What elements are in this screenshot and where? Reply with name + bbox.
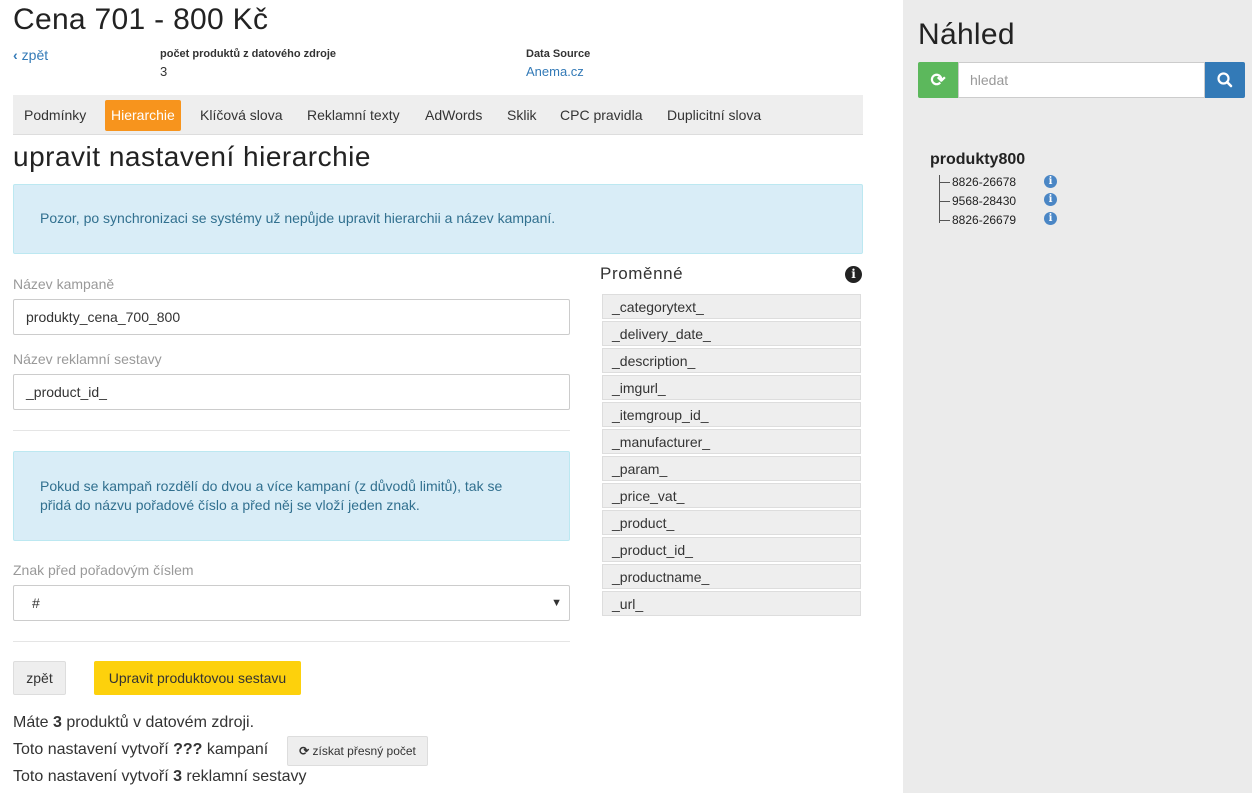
edit-product-group-button[interactable]: Upravit produktovou sestavu xyxy=(94,661,301,695)
section-title: upravit nastavení hierarchie xyxy=(13,141,371,172)
preview-title: Náhled xyxy=(918,18,1015,51)
search-input[interactable]: hledat xyxy=(958,62,1205,98)
separator-label: Znak před pořadovým číslem xyxy=(13,562,194,578)
variable-item[interactable]: _delivery_date_ xyxy=(602,321,861,346)
separator-select-value: # xyxy=(32,595,40,611)
tab-adwords[interactable]: AdWords xyxy=(419,100,488,131)
campaign-name-label: Název kampaně xyxy=(13,276,115,292)
page-title: Cena 701 - 800 Kč xyxy=(13,3,269,36)
split-info-line-2: přidá do názvu pořadové číslo a před něj… xyxy=(40,497,420,513)
search-icon xyxy=(1217,72,1233,88)
stat-text: Máte xyxy=(13,714,54,731)
tree-root[interactable]: produkty800 xyxy=(930,151,1025,169)
get-exact-count-button[interactable]: ⟳ získat přesný počet xyxy=(287,736,428,766)
variable-item[interactable]: _manufacturer_ xyxy=(602,429,861,454)
variable-item[interactable]: _url_ xyxy=(602,591,861,616)
adgroup-name-label: Název reklamní sestavy xyxy=(13,351,162,367)
variable-item[interactable]: _itemgroup_id_ xyxy=(602,402,861,427)
adgroup-name-input[interactable]: _product_id_ xyxy=(13,374,570,410)
variable-item[interactable]: _product_ xyxy=(602,510,861,535)
tab-klicova-slova[interactable]: Klíčová slova xyxy=(194,100,288,131)
tab-duplicitni-slova[interactable]: Duplicitní slova xyxy=(661,100,767,131)
variable-item[interactable]: _param_ xyxy=(602,456,861,481)
variable-item[interactable]: _price_vat_ xyxy=(602,483,861,508)
chevron-left-icon: ‹ xyxy=(13,47,18,63)
caret-down-icon: ▼ xyxy=(551,597,562,609)
tree-item-label: 8826-26679 xyxy=(952,213,1017,227)
refresh-icon: ⟳ xyxy=(299,744,310,758)
tab-bar: Podmínky Hierarchie Klíčová slova Reklam… xyxy=(13,95,863,135)
split-info: Pokud se kampaň rozdělí do dvou a více k… xyxy=(13,451,570,541)
stat-text: produktů v datovém zdroji. xyxy=(61,714,255,731)
tab-podminky[interactable]: Podmínky xyxy=(18,100,92,131)
campaign-name-input[interactable]: produkty_cena_700_800 xyxy=(13,299,570,335)
info-icon[interactable]: i xyxy=(845,266,862,283)
tree-item[interactable]: 9568-28430 xyxy=(939,194,1016,208)
variable-item[interactable]: _categorytext_ xyxy=(602,294,861,319)
product-count-value: 3 xyxy=(160,64,168,79)
stat-value: 3 xyxy=(53,714,62,731)
tab-hierarchie[interactable]: Hierarchie xyxy=(105,100,181,131)
tree-item-label: 9568-28430 xyxy=(952,194,1017,208)
variable-item[interactable]: _imgurl_ xyxy=(602,375,861,400)
stat-value: ??? xyxy=(173,741,203,758)
stat-products: Máte 3 produktů v datovém zdroji. xyxy=(13,714,254,732)
divider xyxy=(13,430,570,431)
variable-item[interactable]: _product_id_ xyxy=(602,537,861,562)
info-icon[interactable]: i xyxy=(1044,212,1057,225)
stat-value: 3 xyxy=(173,768,182,785)
stat-campaigns: Toto nastavení vytvoří ??? kampaní xyxy=(13,741,268,759)
stat-text: Toto nastavení vytvoří xyxy=(13,768,174,785)
tab-cpc-pravidla[interactable]: CPC pravidla xyxy=(554,100,648,131)
stat-text: Toto nastavení vytvoří xyxy=(13,741,174,758)
split-info-line-1: Pokud se kampaň rozdělí do dvou a více k… xyxy=(40,478,503,494)
variable-item[interactable]: _productname_ xyxy=(602,564,861,589)
main-panel: Cena 701 - 800 Kč ‹ zpět počet produktů z… xyxy=(0,0,903,793)
info-icon[interactable]: i xyxy=(1044,193,1057,206)
stat-text: kampaní xyxy=(202,741,269,758)
variables-title: Proměnné xyxy=(600,264,684,283)
tree-item-label: 8826-26678 xyxy=(952,175,1017,189)
get-exact-count-label: získat přesný počet xyxy=(312,744,416,758)
tree-item[interactable]: 8826-26679 xyxy=(939,213,1016,227)
refresh-icon: ⟳ xyxy=(930,70,946,90)
refresh-button[interactable]: ⟳ xyxy=(918,62,958,98)
preview-sidebar: Náhled ⟳ hledat produkty800 8826-26678 i… xyxy=(903,0,1252,793)
data-source-link[interactable]: Anema.cz xyxy=(526,64,584,79)
product-count-label: počet produktů z datového zdroje xyxy=(160,48,337,60)
search-button[interactable] xyxy=(1205,62,1245,98)
tree-item[interactable]: 8826-26678 xyxy=(939,175,1016,189)
divider xyxy=(13,641,570,642)
variable-item[interactable]: _description_ xyxy=(602,348,861,373)
stat-text: reklamní sestavy xyxy=(181,768,307,785)
data-source-label: Data Source xyxy=(526,48,591,60)
sync-warning: Pozor, po synchronizaci se systémy už ne… xyxy=(13,184,863,254)
stat-adgroups: Toto nastavení vytvoří 3 reklamní sestav… xyxy=(13,768,306,786)
back-button[interactable]: zpět xyxy=(13,661,66,695)
tab-reklamni-texty[interactable]: Reklamní texty xyxy=(301,100,406,131)
info-icon[interactable]: i xyxy=(1044,175,1057,188)
back-link-label: zpět xyxy=(21,47,49,63)
back-link[interactable]: ‹ zpět xyxy=(13,47,48,63)
separator-select[interactable]: # ▼ xyxy=(13,585,570,621)
tab-sklik[interactable]: Sklik xyxy=(501,100,543,131)
